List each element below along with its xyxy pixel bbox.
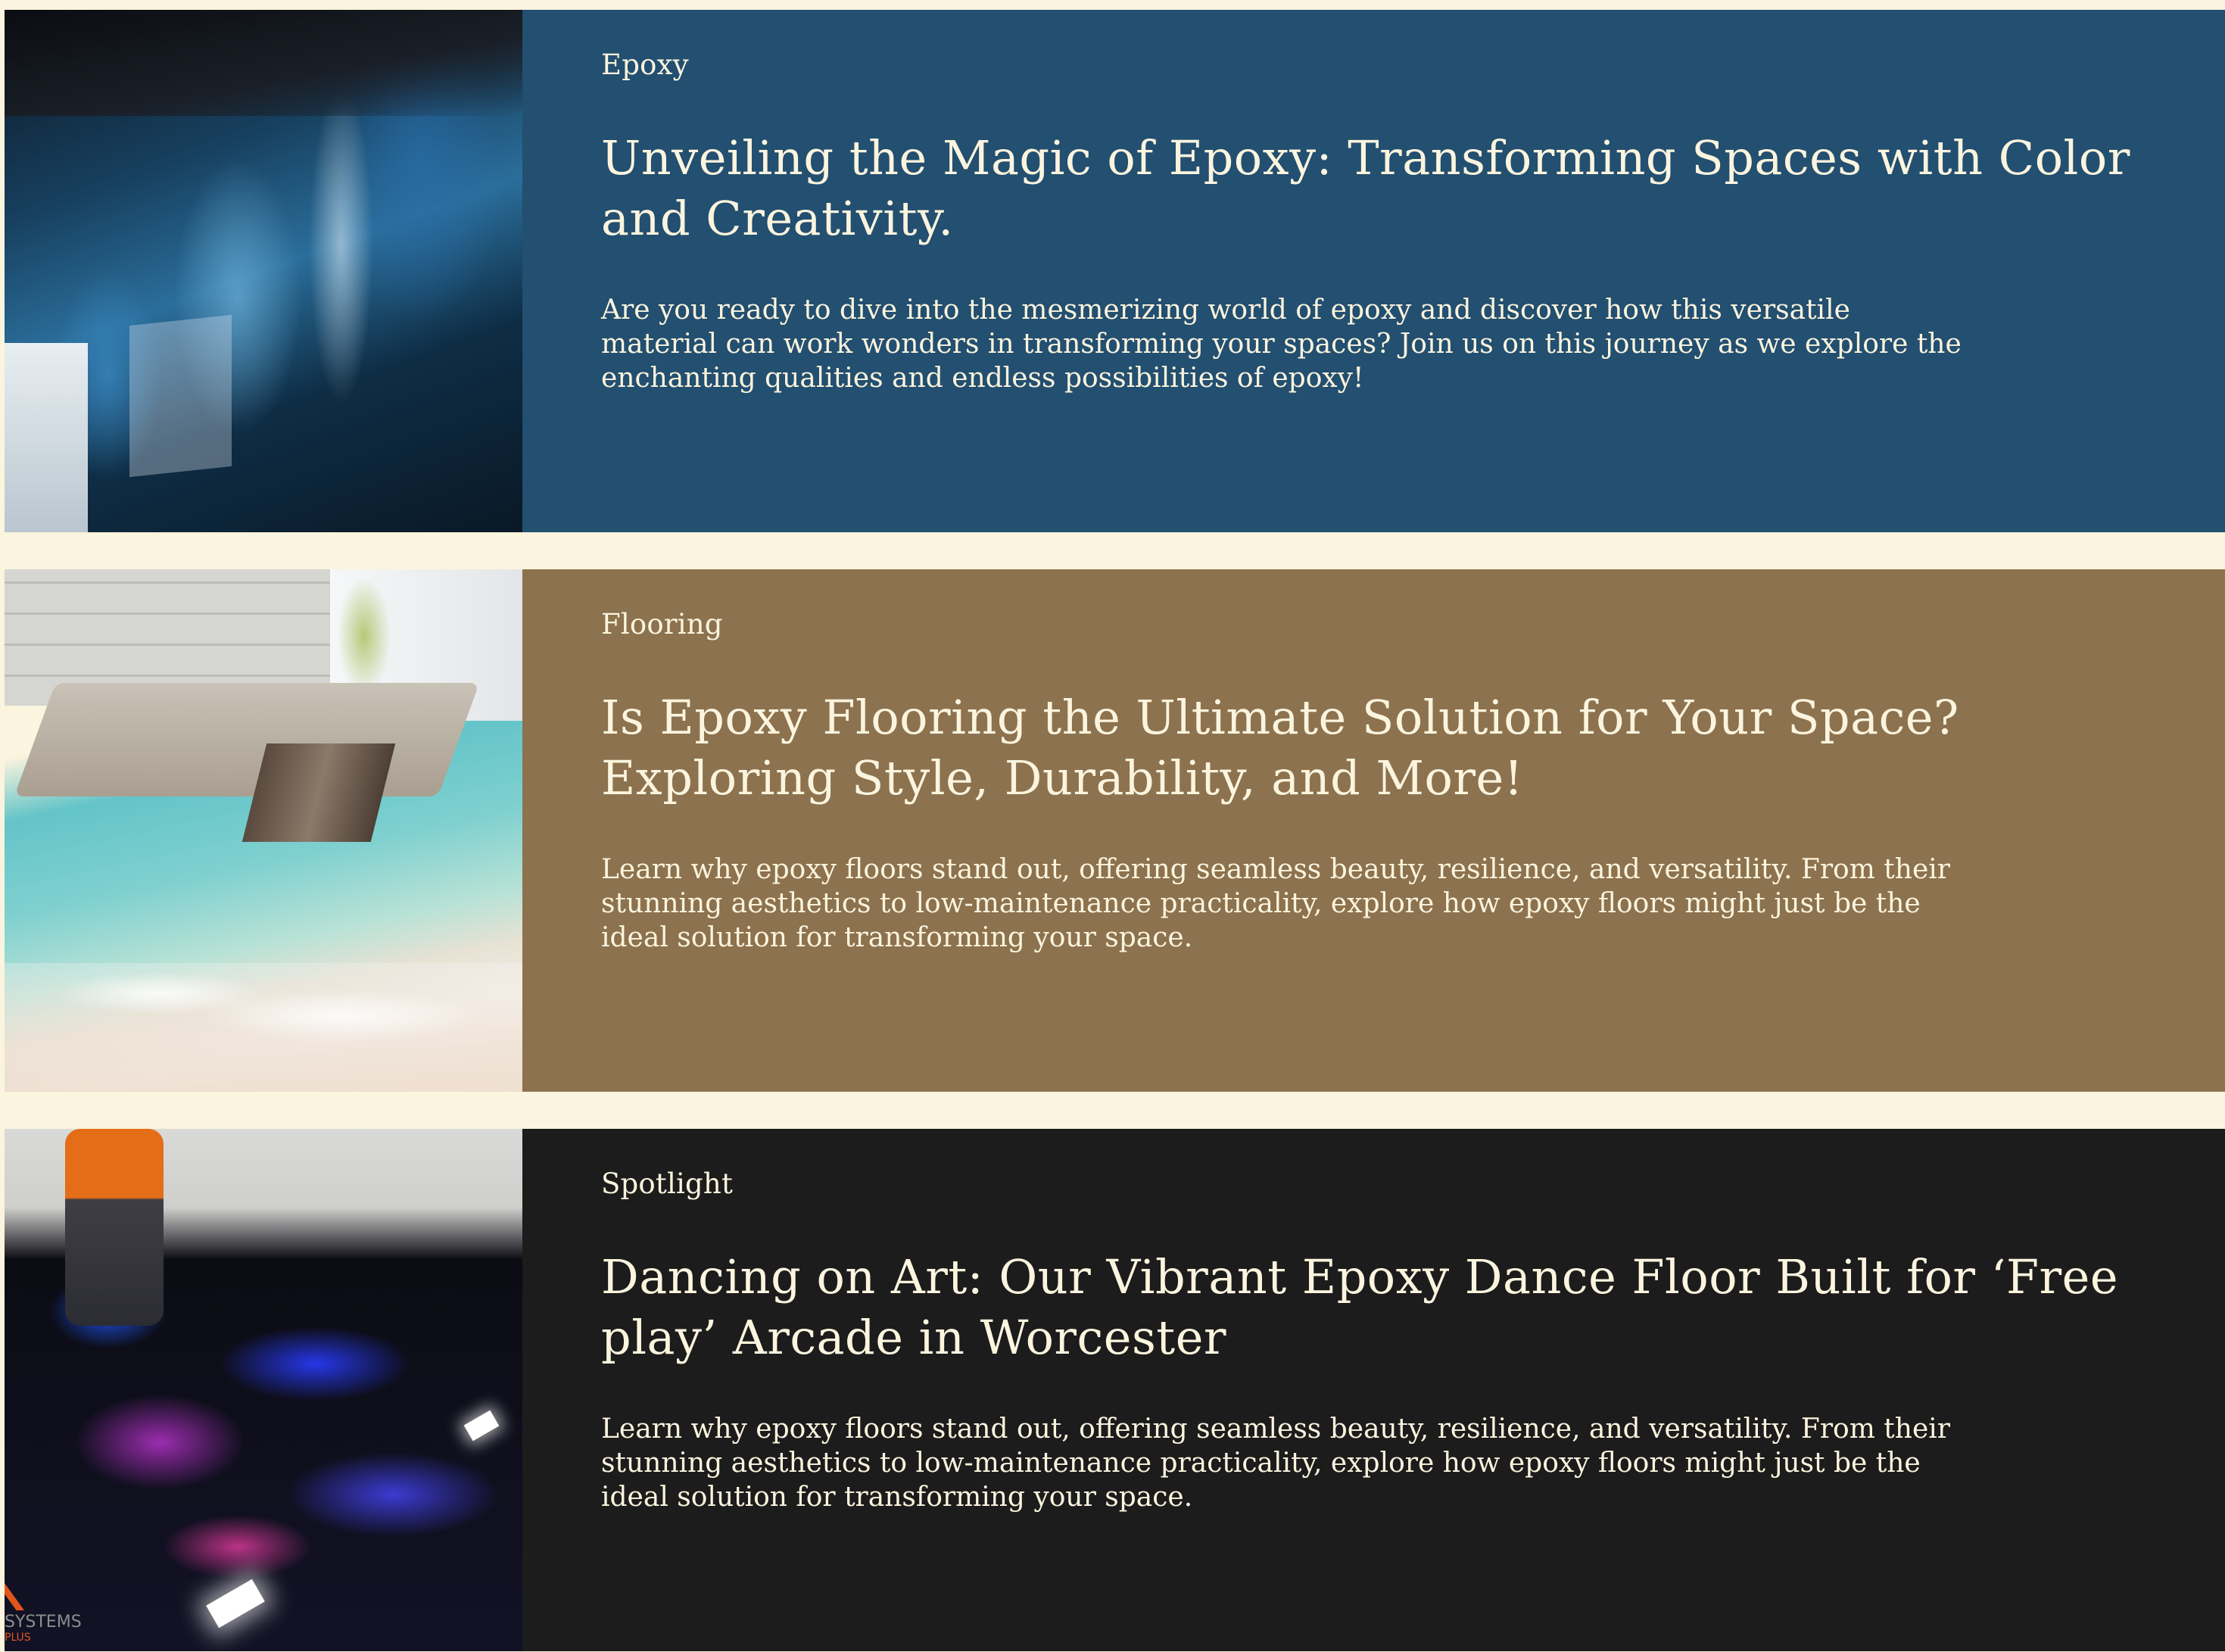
card-category[interactable]: Flooring: [601, 607, 2142, 642]
card-title[interactable]: Unveiling the Magic of Epoxy: Transformi…: [601, 128, 2142, 249]
card-body: Spotlight Dancing on Art: Our Vibrant Ep…: [522, 1129, 2225, 1651]
blog-card-flooring[interactable]: Flooring Is Epoxy Flooring the Ultimate …: [5, 569, 2225, 1092]
logo-subtext: PLUS: [5, 1632, 31, 1644]
image-sea-foam: [5, 963, 522, 1092]
card-image-dance-floor[interactable]: SYSTEMS PLUS: [5, 1129, 522, 1651]
card-image-epoxy-wall[interactable]: [5, 10, 522, 532]
card-description: Learn why epoxy floors stand out, offeri…: [601, 854, 1950, 953]
card-category[interactable]: Epoxy: [601, 48, 2142, 83]
image-light-reflection: [206, 1579, 265, 1629]
card-title[interactable]: Dancing on Art: Our Vibrant Epoxy Dance …: [601, 1247, 2142, 1368]
image-light-reflection: [463, 1410, 500, 1442]
card-body: Flooring Is Epoxy Flooring the Ultimate …: [522, 569, 2225, 1092]
image-ceiling: [5, 10, 522, 116]
image-counter: [5, 343, 88, 532]
image-panel: [129, 314, 232, 478]
image-watermark-logo: SYSTEMS PLUS: [5, 1583, 82, 1644]
blog-card-spotlight[interactable]: SYSTEMS PLUS Spotlight Dancing on Art: O…: [5, 1129, 2225, 1651]
card-description: Learn why epoxy floors stand out, offeri…: [601, 1414, 1950, 1513]
logo-mark-icon: [5, 1583, 24, 1610]
card-category[interactable]: Spotlight: [601, 1167, 2142, 1202]
image-worker: [65, 1129, 164, 1326]
image-coffee-table: [242, 743, 396, 842]
card-title[interactable]: Is Epoxy Flooring the Ultimate Solution …: [601, 687, 2142, 809]
card-image-beach-floor[interactable]: [5, 569, 522, 1092]
image-sofa: [14, 683, 480, 796]
blog-card-epoxy[interactable]: Epoxy Unveiling the Magic of Epoxy: Tran…: [5, 10, 2225, 532]
card-description: Are you ready to dive into the mesmerizi…: [601, 295, 1962, 394]
logo-text: SYSTEMS: [5, 1613, 82, 1632]
card-body: Epoxy Unveiling the Magic of Epoxy: Tran…: [522, 10, 2225, 532]
